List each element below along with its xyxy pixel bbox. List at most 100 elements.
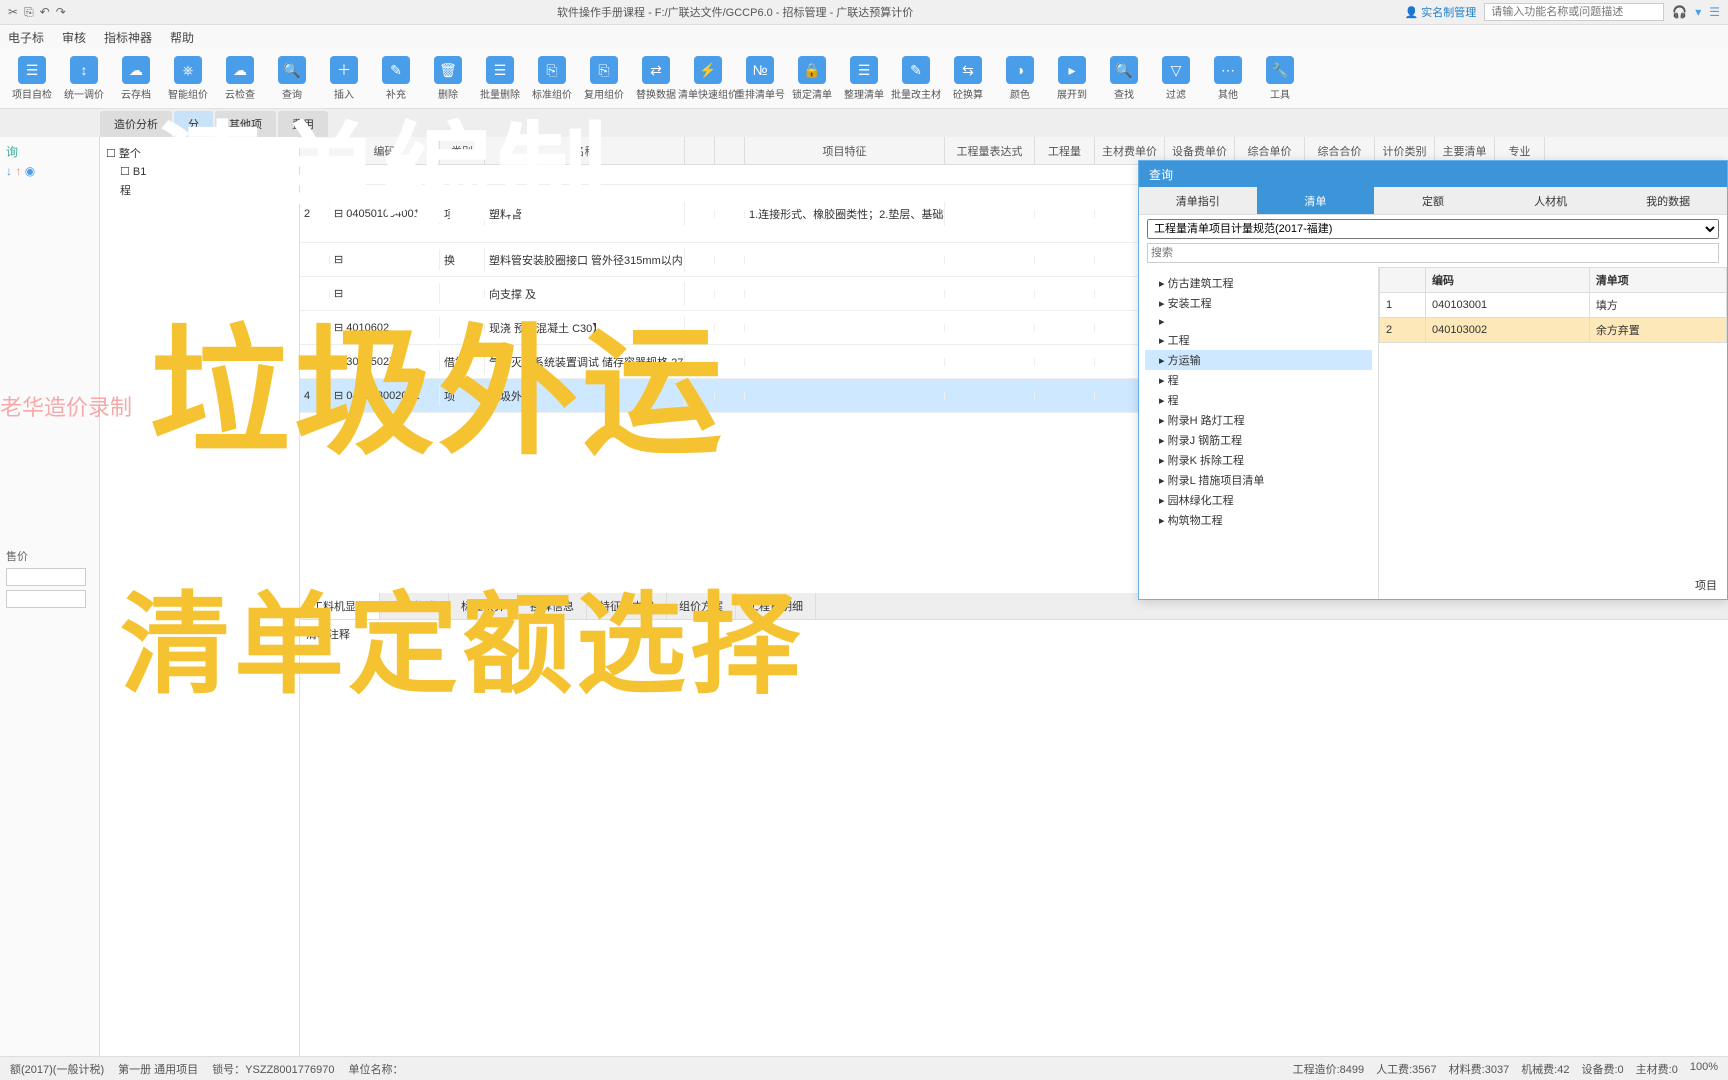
- project-tree: ☐ 整个 ☐ B1 程: [100, 137, 300, 1056]
- arrow-down-icon[interactable]: ↓: [6, 164, 12, 178]
- detail-tab[interactable]: 标准换算: [449, 593, 518, 619]
- result-list: 编码清单项 1040103001填方2040103002余方弃置 项目: [1379, 267, 1727, 599]
- category-tree[interactable]: ▸ 仿古建筑工程▸ 安装工程▸ ▸ 工程▸ 方运输▸ 程▸ 程▸ 附录H 路灯工…: [1139, 267, 1379, 599]
- tool-查找[interactable]: 🔍查找: [1100, 51, 1148, 107]
- tree-node[interactable]: ▸ 工程: [1145, 330, 1372, 350]
- tool-插入[interactable]: ＋插入: [320, 51, 368, 107]
- undo-icon[interactable]: ↶: [40, 5, 50, 20]
- detail-tab[interactable]: 组价方案: [667, 593, 736, 619]
- copy-icon[interactable]: ⎘: [24, 5, 34, 20]
- price-input[interactable]: [6, 568, 86, 586]
- circle-icon[interactable]: ◉: [25, 164, 35, 178]
- status-bar: 额(2017)(一般计税) 第一册 通用项目 锁号：YSZZ8001776970…: [0, 1056, 1728, 1080]
- tree-node[interactable]: ▸ 程: [1145, 370, 1372, 390]
- result-row[interactable]: 1040103001填方: [1380, 293, 1727, 318]
- tree-node[interactable]: ▸ 程: [1145, 390, 1372, 410]
- lookup-tab[interactable]: 人材机: [1492, 187, 1610, 214]
- quick-access: ✂ ⎘ ↶ ↷: [8, 5, 66, 20]
- tree-node[interactable]: ▸ 园林绿化工程: [1145, 490, 1372, 510]
- column-header[interactable]: 工程量: [1035, 137, 1095, 164]
- menu-ebid[interactable]: 电子标: [8, 29, 44, 46]
- tool-项目自检[interactable]: ☰项目自检: [8, 51, 56, 107]
- tool-清单快速组价[interactable]: ⚡清单快速组价: [684, 51, 732, 107]
- menu-indicator[interactable]: 指标神器: [104, 29, 152, 46]
- tool-icon: ✎: [902, 56, 930, 84]
- tree-node[interactable]: ▸ 安装工程: [1145, 293, 1372, 313]
- detail-tab[interactable]: 工程量明细: [736, 593, 816, 619]
- column-header[interactable]: [300, 137, 330, 164]
- tool-整理清单[interactable]: ☰整理清单: [840, 51, 888, 107]
- user-badge[interactable]: 👤 实名制管理: [1405, 4, 1477, 20]
- tool-补充[interactable]: ✎补充: [372, 51, 420, 107]
- tab-fee[interactable]: 费用: [278, 111, 328, 137]
- tool-删除[interactable]: 🗑删除: [424, 51, 472, 107]
- status-metric: 人工费:3567: [1376, 1061, 1437, 1077]
- column-header[interactable]: 项目特征: [745, 137, 945, 164]
- tree-node[interactable]: ▸: [1145, 313, 1372, 330]
- tree-root[interactable]: ☐ 整个: [106, 143, 293, 163]
- lookup-tab[interactable]: 我的数据: [1609, 187, 1727, 214]
- detail-tab[interactable]: 换算信息: [518, 593, 587, 619]
- menu-review[interactable]: 审核: [62, 29, 86, 46]
- help-search-input[interactable]: [1484, 3, 1664, 21]
- tool-批量改主材[interactable]: ✎批量改主材: [892, 51, 940, 107]
- nav-item[interactable]: 询: [6, 143, 93, 160]
- tab-cost-analysis[interactable]: 造价分析: [100, 111, 172, 137]
- tree-node[interactable]: ▸ 附录H 路灯工程: [1145, 410, 1372, 430]
- column-header[interactable]: 名称: [485, 137, 685, 164]
- tool-智能组价[interactable]: ⎈智能组价: [164, 51, 212, 107]
- tool-icon: №: [746, 56, 774, 84]
- lookup-title: 查询: [1139, 161, 1727, 187]
- detail-tab[interactable]: 工料机显示: [300, 593, 380, 619]
- bell-icon[interactable]: ▾: [1695, 5, 1701, 19]
- detail-tab[interactable]: 单价构成: [380, 593, 449, 619]
- tab-division[interactable]: 分: [174, 111, 213, 137]
- column-header[interactable]: [685, 137, 715, 164]
- tool-其他[interactable]: ⋯其他: [1204, 51, 1252, 107]
- tree-node[interactable]: ▸ 构筑物工程: [1145, 510, 1372, 530]
- tool-工具[interactable]: 🔧工具: [1256, 51, 1304, 107]
- tool-重排清单号[interactable]: №重排清单号: [736, 51, 784, 107]
- tool-锁定清单[interactable]: 🔒锁定清单: [788, 51, 836, 107]
- tool-查询[interactable]: 🔍查询: [268, 51, 316, 107]
- column-header[interactable]: 类别: [440, 137, 485, 164]
- tool-颜色[interactable]: ◑颜色: [996, 51, 1044, 107]
- price-input-2[interactable]: [6, 590, 86, 608]
- lookup-tab[interactable]: 清单: [1257, 187, 1375, 214]
- tool-替换数据[interactable]: ⇄替换数据: [632, 51, 680, 107]
- tool-icon: ⎘: [590, 56, 618, 84]
- settings-icon[interactable]: ☰: [1709, 5, 1720, 19]
- headset-icon[interactable]: 🎧: [1672, 5, 1687, 19]
- tree-node[interactable]: ▸ 仿古建筑工程: [1145, 273, 1372, 293]
- lookup-tab[interactable]: 定额: [1374, 187, 1492, 214]
- tab-other[interactable]: 其他项: [215, 111, 276, 137]
- tool-复用组价[interactable]: ⎘复用组价: [580, 51, 628, 107]
- tool-云存档[interactable]: ☁云存档: [112, 51, 160, 107]
- column-header[interactable]: [715, 137, 745, 164]
- tree-node[interactable]: ▸ 方运输: [1145, 350, 1372, 370]
- tool-标准组价[interactable]: ⎘标准组价: [528, 51, 576, 107]
- tool-icon: 🔍: [278, 56, 306, 84]
- tool-砼换算[interactable]: ⇆砼换算: [944, 51, 992, 107]
- tree-node[interactable]: 程: [106, 180, 293, 200]
- tree-node[interactable]: ☐ B1: [106, 163, 293, 180]
- tool-展开到[interactable]: ▸展开到: [1048, 51, 1096, 107]
- spec-select[interactable]: 工程量清单项目计量规范(2017-福建): [1147, 219, 1719, 239]
- redo-icon[interactable]: ↷: [56, 5, 66, 20]
- lookup-tab[interactable]: 清单指引: [1139, 187, 1257, 214]
- tree-node[interactable]: ▸ 附录K 拆除工程: [1145, 450, 1372, 470]
- tree-node[interactable]: ▸ 附录J 钢筋工程: [1145, 430, 1372, 450]
- tool-统一调价[interactable]: ↕统一调价: [60, 51, 108, 107]
- tool-批量删除[interactable]: ☰批量删除: [476, 51, 524, 107]
- tool-云检查[interactable]: ☁云检查: [216, 51, 264, 107]
- tool-过滤[interactable]: ▽过滤: [1152, 51, 1200, 107]
- arrow-up-icon[interactable]: ↑: [15, 164, 21, 178]
- lookup-search-input[interactable]: [1147, 243, 1719, 263]
- result-row[interactable]: 2040103002余方弃置: [1380, 318, 1727, 343]
- scissors-icon[interactable]: ✂: [8, 5, 18, 20]
- tree-node[interactable]: ▸ 附录L 措施项目清单: [1145, 470, 1372, 490]
- menu-help[interactable]: 帮助: [170, 29, 194, 46]
- detail-tab[interactable]: 特征及内容: [587, 593, 667, 619]
- column-header[interactable]: 工程量表达式: [945, 137, 1035, 164]
- column-header[interactable]: 编码: [330, 137, 440, 164]
